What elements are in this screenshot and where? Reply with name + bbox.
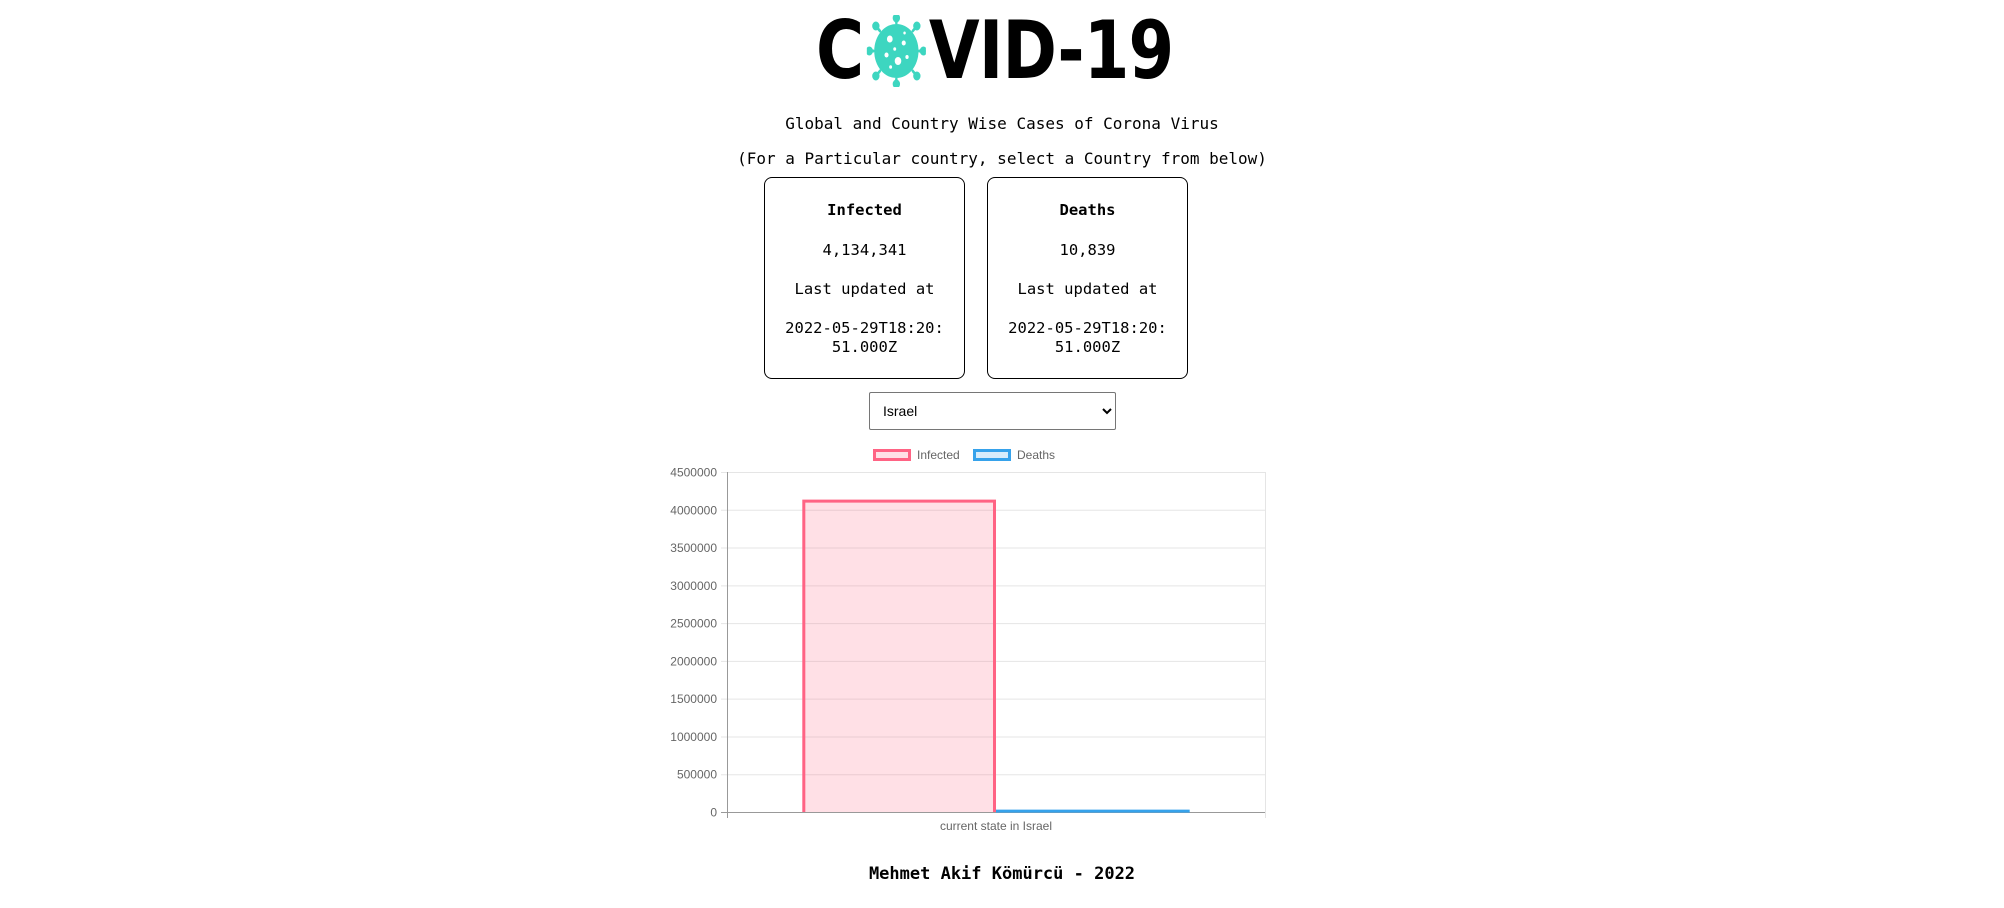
footer-credit: Mehmet Akif Kömürcü - 2022: [868, 864, 1136, 884]
bar-chart: 4500000 4000000 3500000 3000000 2500000 20000…: [670, 466, 1266, 833]
y-tick-label: 1000000: [670, 730, 717, 744]
y-tick-label: 2000000: [670, 654, 717, 668]
y-tick-label: 3500000: [670, 541, 717, 555]
y-tick-label: 2500000: [670, 617, 717, 631]
y-tick-label: 4500000: [670, 466, 717, 480]
y-tick-label: 4000000: [670, 503, 717, 517]
y-tick-label: 1500000: [670, 692, 717, 706]
y-tick-label: 3000000: [670, 579, 717, 593]
y-tick-label: 500000: [677, 768, 717, 782]
bar-infected: [802, 499, 996, 812]
y-tick-label: 0: [710, 806, 717, 820]
x-tick-label: current state in Israel: [940, 819, 1052, 833]
